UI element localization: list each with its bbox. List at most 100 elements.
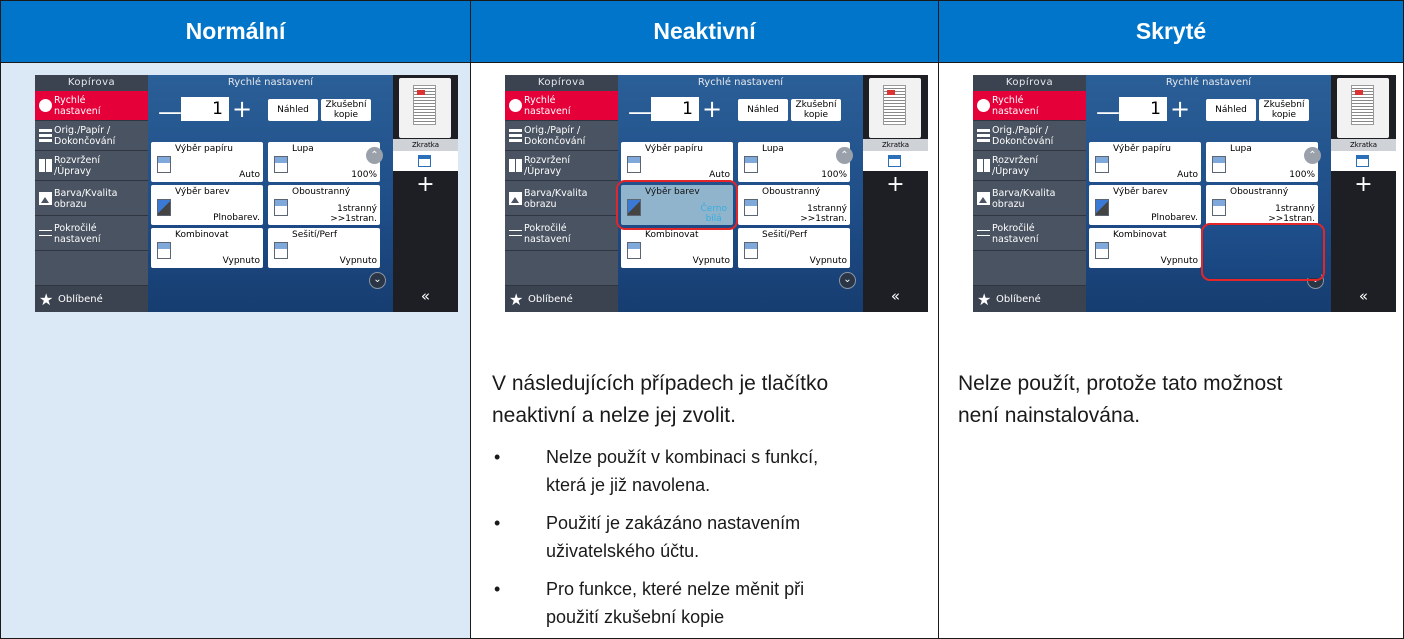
test-copy-button[interactable]: Zkušební kopie (321, 99, 371, 121)
test-copy-button[interactable]: Zkušební kopie (1259, 99, 1309, 121)
duplex-tile[interactable]: Oboustranný 1stranný >>1stran. (1206, 185, 1318, 225)
hidden-description: Nelze použít, protože tato možnost není … (958, 368, 1283, 432)
copies-input[interactable]: 1 (651, 97, 699, 121)
sidebar-title: Kopírova (973, 75, 1086, 91)
sidebar-item-quick-setup[interactable]: Rychlé nastavení (973, 91, 1086, 121)
preview-button[interactable]: Náhled (1206, 99, 1256, 121)
scroll-down-icon[interactable]: ⌄ (839, 272, 856, 289)
tile-value-line: 1stranný (1275, 204, 1315, 214)
copies-input[interactable]: 1 (1119, 97, 1167, 121)
page-thumbnail-icon (1351, 85, 1374, 125)
scroll-up-icon[interactable]: ⌃ (836, 147, 853, 164)
inactive-description: V následujících případech je tlačítko ne… (492, 368, 828, 432)
color-mode-icon (1095, 199, 1109, 216)
collapse-icon[interactable]: « (1331, 287, 1396, 305)
test-copy-button[interactable]: Zkušební kopie (791, 99, 841, 121)
combine-icon (1095, 242, 1109, 259)
combine-icon (157, 242, 171, 259)
document-preview[interactable] (399, 78, 451, 138)
scroll-up-icon[interactable]: ⌃ (1304, 147, 1321, 164)
scroll-up-icon[interactable]: ⌃ (366, 147, 383, 164)
shortcut-label: Zkratka (863, 139, 928, 151)
increment-button[interactable]: + (1170, 96, 1190, 122)
sidebar-item-label: /Úpravy (54, 166, 92, 177)
combine-tile[interactable]: Kombinovat Vypnuto (621, 228, 733, 268)
sidebar-item-advanced[interactable]: Pokročilé nastavení (505, 216, 618, 251)
sidebar-item-layout[interactable]: Rozvržení/Úpravy (35, 151, 148, 181)
inactive-description-line: neaktivní a nelze jej zvolit. (492, 404, 736, 427)
sidebar-item-label: Rychlé (524, 95, 556, 106)
favorites-button[interactable]: ★ Oblíbené (973, 285, 1086, 312)
zoom-tile[interactable]: Lupa 100% (1206, 142, 1318, 182)
preview-button[interactable]: Náhled (268, 99, 318, 121)
add-shortcut-button[interactable]: + (863, 173, 928, 197)
sidebar-item-label: Barva/Kvalita (54, 188, 118, 199)
document-preview[interactable] (869, 78, 921, 138)
document-preview[interactable] (1337, 78, 1389, 138)
sidebar-item-advanced[interactable]: Pokročilé nastavení (973, 216, 1086, 251)
decrement-button[interactable]: — (1096, 100, 1120, 124)
zoom-tile[interactable]: Lupa 100% (268, 142, 380, 182)
duplex-tile[interactable]: Oboustranný 1stranný >>1stran. (738, 185, 850, 225)
combine-tile[interactable]: Kombinovat Vypnuto (1089, 228, 1201, 268)
sidebar: Kopírova Rychlé nastavení Orig./Papír / Do… (505, 75, 618, 312)
sidebar-item-label: Orig./Papír / (992, 125, 1049, 136)
image-quality-icon (977, 192, 990, 205)
collapse-icon[interactable]: « (393, 287, 458, 305)
paper-selection-tile[interactable]: Výběr papíru Auto (151, 142, 263, 182)
sidebar-item-label: nastavení (54, 106, 101, 117)
zoom-tile[interactable]: Lupa 100% (738, 142, 850, 182)
copier-screen-inactive: Kopírova Rychlé nastavení Orig./Papír / Do… (505, 75, 928, 312)
add-shortcut-button[interactable]: + (1331, 173, 1396, 197)
sidebar-item-color-quality[interactable]: Barva/Kvalita obrazu (505, 181, 618, 216)
favorites-button[interactable]: ★ Oblíbené (505, 285, 618, 312)
paper-selection-tile[interactable]: Výběr papíru Auto (621, 142, 733, 182)
paper-icon (977, 129, 990, 142)
sidebar-item-quick-setup[interactable]: Rychlé nastavení (505, 91, 618, 121)
preview-button[interactable]: Náhled (738, 99, 788, 121)
advanced-settings-icon (509, 227, 522, 240)
advanced-settings-icon (977, 227, 990, 240)
scroll-down-icon[interactable]: ⌄ (369, 272, 386, 289)
add-shortcut-button[interactable]: + (393, 173, 458, 197)
sidebar-title: Kopírova (505, 75, 618, 91)
sidebar-item-label: nastavení (524, 106, 571, 117)
sidebar-item-layout[interactable]: Rozvržení/Úpravy (505, 151, 618, 181)
color-selection-tile[interactable]: Výběr barev Plnobarev. (151, 185, 263, 225)
paper-selection-tile[interactable]: Výběr papíru Auto (1089, 142, 1201, 182)
shortcut-button[interactable] (393, 151, 458, 171)
staple-punch-tile[interactable]: Sešití/Perf Vypnuto (268, 228, 380, 268)
advanced-settings-icon (39, 227, 52, 240)
color-selection-tile[interactable]: Výběr barev Plnobarev. (1089, 185, 1201, 225)
sidebar-item-advanced[interactable]: Pokročilé nastavení (35, 216, 148, 251)
sidebar-item-orig-paper[interactable]: Orig./Papír / Dokončování (505, 121, 618, 151)
sidebar-item-label: Pokročilé (524, 223, 567, 234)
test-copy-label: kopie (803, 110, 829, 120)
sidebar-item-orig-paper[interactable]: Orig./Papír / Dokončování (35, 121, 148, 151)
duplex-tile[interactable]: Oboustranný 1stranný >>1stran. (268, 185, 380, 225)
shortcut-button[interactable] (863, 151, 928, 171)
timer-icon (977, 99, 990, 112)
staple-punch-tile[interactable]: Sešití/Perf Vypnuto (738, 228, 850, 268)
sidebar-item-quick-setup[interactable]: Rychlé nastavení (35, 91, 148, 121)
decrement-button[interactable]: — (628, 100, 652, 124)
increment-button[interactable]: + (702, 96, 722, 122)
increment-button[interactable]: + (232, 96, 252, 122)
decrement-button[interactable]: — (158, 100, 182, 124)
shortcut-button[interactable] (1331, 151, 1396, 171)
sidebar-item-orig-paper[interactable]: Orig./Papír / Dokončování (973, 121, 1086, 151)
sidebar-item-label: Orig./Papír / (54, 125, 111, 136)
collapse-icon[interactable]: « (863, 287, 928, 305)
tile-value: Vypnuto (809, 256, 847, 266)
favorites-button[interactable]: ★ Oblíbené (35, 285, 148, 312)
sidebar-item-label: Rychlé (54, 95, 86, 106)
sidebar-item-label: Pokročilé (992, 223, 1035, 234)
copies-input[interactable]: 1 (181, 97, 229, 121)
tile-value: 100% (1289, 170, 1315, 180)
sidebar-item-color-quality[interactable]: Barva/Kvalita obrazu (35, 181, 148, 216)
sidebar-item-layout[interactable]: Rozvržení/Úpravy (973, 151, 1086, 181)
sidebar-item-label: nastavení (992, 234, 1039, 245)
sidebar-item-color-quality[interactable]: Barva/Kvalita obrazu (973, 181, 1086, 216)
combine-tile[interactable]: Kombinovat Vypnuto (151, 228, 263, 268)
tile-value: Auto (1177, 170, 1198, 180)
